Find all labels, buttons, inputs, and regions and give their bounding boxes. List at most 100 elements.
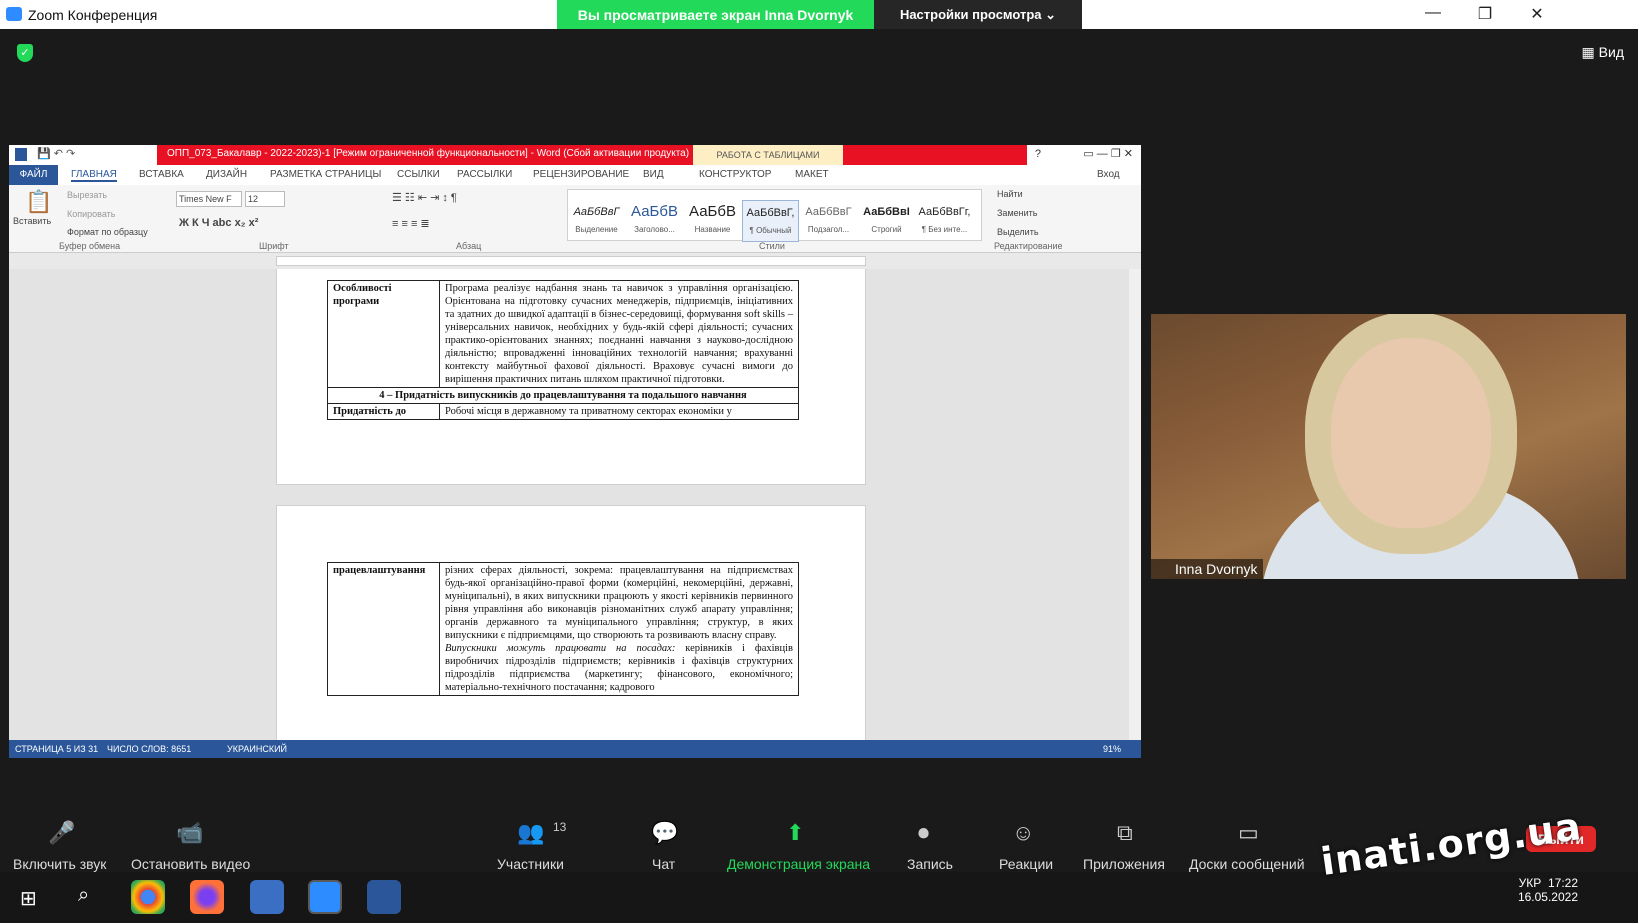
record-icon[interactable]: ⏺	[918, 820, 929, 846]
tab-table-layout[interactable]: МАКЕТ	[795, 169, 829, 180]
tab-references[interactable]: ССЫЛКИ	[397, 169, 440, 180]
participant-video[interactable]: Inna Dvornyk	[1151, 314, 1626, 579]
reactions-icon[interactable]: ☺	[1012, 820, 1034, 846]
document-area[interactable]: Особливості програми Програма реалізує на…	[9, 269, 1141, 740]
word-count[interactable]: ЧИСЛО СЛОВ: 8651	[107, 744, 191, 754]
style-no-spacing[interactable]: АаБбВвГг, ¶ Без инте...	[916, 200, 973, 242]
participants-button[interactable]: Участники	[497, 856, 564, 872]
style-normal[interactable]: АаБбВвГ, ¶ Обычный	[742, 200, 799, 242]
word-doc-title: ОПП_073_Бакалавр - 2022-2023)-1 [Режим о…	[167, 148, 690, 159]
table-cell: Особливості програми	[327, 280, 440, 388]
page-6: працевлаштування різних сферах діяльност…	[276, 505, 866, 740]
replace-button[interactable]: Заменить	[997, 208, 1037, 218]
word-app-icon[interactable]	[367, 880, 401, 914]
cut-button[interactable]: Вырезать	[67, 190, 107, 200]
style-strong[interactable]: АаБбВвІ Строгий	[858, 200, 915, 242]
chat-button[interactable]: Чат	[652, 856, 675, 872]
view-options-label: Настройки просмотра	[899, 7, 1042, 22]
minimize-icon[interactable]: —	[1418, 4, 1448, 22]
participants-icon[interactable]: 👥	[517, 820, 544, 846]
whiteboard-icon[interactable]: ▭	[1238, 820, 1259, 846]
find-button[interactable]: Найти	[997, 189, 1023, 199]
zoom-level[interactable]: 91%	[1103, 744, 1121, 754]
mail-app-icon[interactable]	[250, 880, 284, 914]
mic-muted-icon[interactable]: 🎤	[48, 820, 75, 846]
style-heading[interactable]: АаБбВ Заголово...	[626, 200, 683, 242]
clock-date[interactable]: 16.05.2022	[1518, 890, 1578, 904]
restore-icon[interactable]: ❐	[1470, 4, 1500, 24]
video-person-face	[1331, 338, 1491, 528]
paste-button[interactable]: Вставить	[13, 216, 51, 226]
participant-name-label: Inna Dvornyk	[1151, 559, 1264, 579]
style-title[interactable]: АаБбВ Название	[684, 200, 741, 242]
table-cell: Придатність до	[327, 403, 440, 420]
doc-table-1: Особливості програми Програма реалізує на…	[327, 280, 799, 420]
chrome-icon[interactable]	[131, 880, 165, 914]
page-5: Особливості програми Програма реалізує на…	[276, 269, 866, 485]
firefox-icon[interactable]	[190, 880, 224, 914]
select-button[interactable]: Выделить	[997, 227, 1039, 237]
table-section-header: 4 – Придатність випускників до працевлаш…	[327, 387, 799, 404]
word-window-controls-icon[interactable]: ▭ — ❐ ✕	[1083, 147, 1133, 160]
tab-file[interactable]: ФАЙЛ	[9, 165, 58, 185]
chat-icon[interactable]: 💬	[651, 820, 678, 846]
tab-review[interactable]: РЕЦЕНЗИРОВАНИЕ	[533, 169, 629, 180]
window-titlebar: Zoom Конференция Вы просматриваете экран…	[0, 0, 1638, 29]
share-screen-icon[interactable]: ⬆	[786, 820, 804, 846]
editing-group-label: Редактирование	[994, 241, 1063, 251]
list-icons[interactable]: ☰ ☷ ⇤ ⇥ ↕ ¶	[392, 191, 457, 204]
language[interactable]: УКРАИНСКИЙ	[227, 744, 287, 754]
view-button-label: Вид	[1598, 44, 1624, 60]
styles-gallery: АаБбВвГ Выделение АаБбВ Заголово... АаБбВ Н…	[567, 189, 982, 242]
security-shield-icon[interactable]: ✓	[17, 44, 33, 62]
tab-design[interactable]: ДИЗАЙН	[206, 169, 247, 180]
view-options-button[interactable]: Настройки просмотра ⌄	[874, 0, 1082, 29]
font-name-select[interactable]: Times New F	[176, 191, 242, 207]
paragraph-group-label: Абзац	[456, 241, 482, 251]
format-painter-button[interactable]: Формат по образцу	[67, 227, 148, 237]
apps-button[interactable]: Приложения	[1083, 856, 1165, 872]
zoom-logo-icon	[6, 7, 22, 21]
word-statusbar: СТРАНИЦА 5 ИЗ 31 ЧИСЛО СЛОВ: 8651 УКРАИН…	[9, 740, 1141, 758]
windows-taskbar: ⊞ ⌕ УКР 17:22 16.05.2022	[0, 872, 1638, 923]
font-size-select[interactable]: 12	[245, 191, 285, 207]
whiteboard-button[interactable]: Доски сообщений	[1189, 856, 1305, 872]
tab-mailings[interactable]: РАССЫЛКИ	[457, 169, 512, 180]
video-camera-icon[interactable]: 📹	[176, 820, 203, 846]
grid-icon: ▦	[1581, 44, 1599, 60]
unmute-button[interactable]: Включить звук	[13, 856, 106, 872]
horizontal-ruler[interactable]	[9, 253, 1141, 269]
input-language[interactable]: УКР	[1519, 876, 1542, 890]
style-emphasis[interactable]: АаБбВвГ Выделение	[568, 200, 625, 242]
tab-insert[interactable]: ВСТАВКА	[139, 169, 184, 180]
window-title: Zoom Конференция	[28, 7, 158, 23]
record-button[interactable]: Запись	[907, 856, 953, 872]
help-icon[interactable]: ?	[1035, 148, 1041, 160]
vertical-scrollbar[interactable]	[1129, 269, 1141, 740]
align-icons[interactable]: ≡ ≡ ≡ ≣	[392, 217, 430, 230]
share-screen-button[interactable]: Демонстрация экрана	[727, 856, 870, 872]
reactions-button[interactable]: Реакции	[999, 856, 1053, 872]
view-button[interactable]: ▦ Вид	[1582, 44, 1624, 61]
signin-link[interactable]: Вход	[1097, 169, 1120, 180]
search-icon[interactable]: ⌕	[78, 884, 89, 907]
tab-page-layout[interactable]: РАЗМЕТКА СТРАНИЦЫ	[270, 169, 381, 180]
shared-screen-word: 💾 ↶ ↷ ОПП_073_Бакалавр - 2022-2023)-1 [Р…	[9, 145, 1141, 758]
clipboard-group-label: Буфер обмена	[59, 241, 121, 251]
style-subtitle[interactable]: АаБбВвГ Подзагол...	[800, 200, 857, 242]
tab-home[interactable]: ГЛАВНАЯ	[71, 169, 117, 182]
zoom-app-icon[interactable]	[308, 880, 342, 914]
close-icon[interactable]: ✕	[1522, 4, 1552, 24]
tab-table-design[interactable]: КОНСТРУКТОР	[699, 169, 771, 180]
page-count[interactable]: СТРАНИЦА 5 ИЗ 31	[15, 744, 98, 754]
copy-button[interactable]: Копировать	[67, 209, 115, 219]
quick-access-icon[interactable]: 💾 ↶ ↷	[37, 147, 75, 160]
windows-start-icon[interactable]: ⊞	[20, 886, 37, 911]
stop-video-button[interactable]: Остановить видео	[131, 856, 250, 872]
tab-view[interactable]: ВИД	[643, 169, 664, 180]
paste-icon[interactable]: 📋	[25, 189, 52, 215]
word-icon	[15, 148, 27, 161]
clock-time[interactable]: 17:22	[1548, 876, 1578, 890]
apps-icon[interactable]: ⧉	[1117, 820, 1133, 846]
font-format-icons[interactable]: Ж К Ч abc x₂ x²	[179, 217, 258, 229]
